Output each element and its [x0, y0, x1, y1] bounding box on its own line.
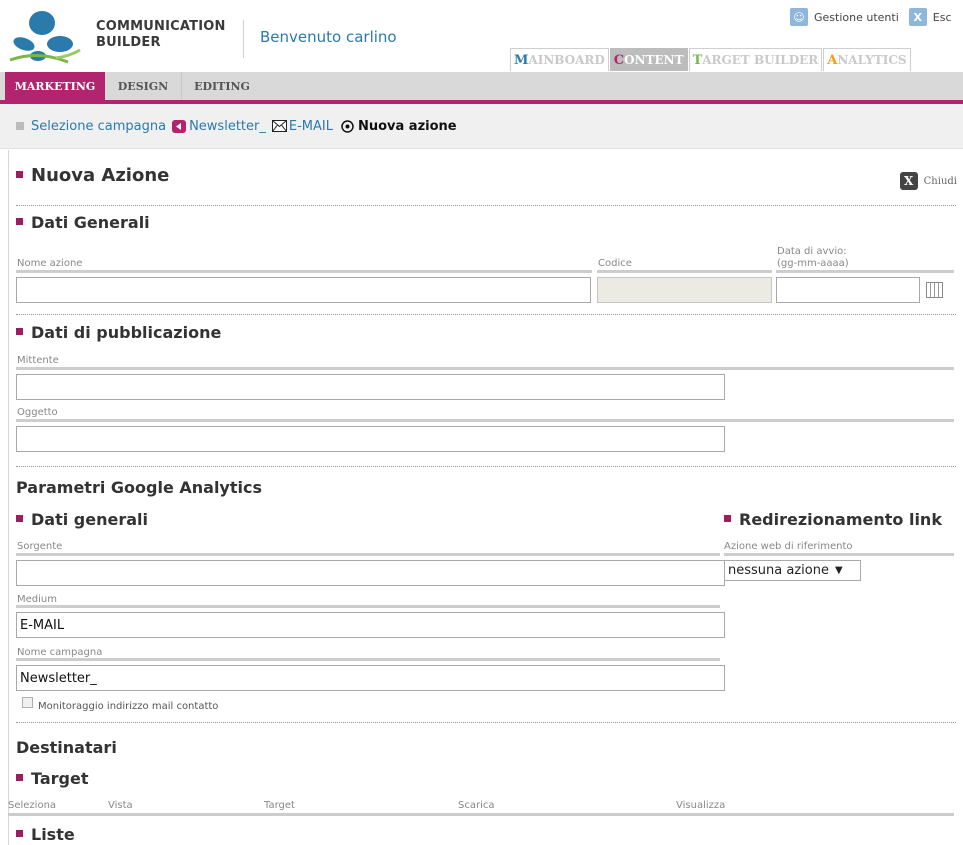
label-underline [16, 270, 592, 273]
nome-azione-input[interactable] [16, 277, 591, 303]
user-management-link[interactable]: ☺ Gestione utenti [790, 8, 899, 26]
divider [16, 205, 956, 206]
section-dati-generali: Dati Generali [16, 213, 150, 232]
user-links: ☺ Gestione utenti X Esc [790, 6, 962, 28]
col-seleziona: Seleziona [8, 800, 57, 811]
data-avvio-input[interactable] [776, 277, 920, 303]
mittente-label: Mittente [17, 355, 59, 366]
logo-text: COMMUNICATION BUILDER [96, 19, 226, 50]
label-underline [16, 553, 720, 556]
tab-analytics[interactable]: A NALYTICS [823, 48, 911, 71]
label-underline [16, 419, 954, 422]
tab-target-builder[interactable]: T ARGET BUILDER [688, 48, 823, 71]
users-icon: ☺ [790, 8, 808, 26]
divider [16, 722, 956, 723]
col-scarica: Scarica [458, 800, 495, 811]
destinatari-heading: Destinatari [16, 738, 117, 757]
azione-web-label: Azione web di riferimento [724, 541, 853, 552]
breadcrumb: Selezione campagna Newsletter_ E-MAIL Nu… [0, 104, 963, 149]
breadcrumb-marker-icon [16, 122, 24, 130]
oggetto-label: Oggetto [17, 407, 58, 418]
section-ga-dati-generali: Dati generali [16, 510, 148, 529]
monitor-label: Monitoraggio indirizzo mail contatto [38, 701, 219, 712]
section-liste: Liste [16, 825, 75, 844]
label-underline [597, 270, 772, 273]
bullet-icon [16, 218, 23, 225]
dropdown-arrow-icon: ▼ [834, 565, 843, 576]
bullet-icon [16, 170, 23, 178]
codice-label: Codice [598, 258, 632, 269]
section-pubblicazione: Dati di pubblicazione [16, 323, 221, 342]
main-tabs: M AINBOARD C ONTENT T ARGET BUILDER A NALYTI… [510, 48, 912, 72]
col-target: Target [264, 800, 295, 811]
subtab-design[interactable]: DESIGN [107, 72, 179, 100]
bullet-icon [16, 328, 23, 335]
azione-web-select[interactable]: nessuna azione ▼ [724, 560, 861, 581]
envelope-icon [271, 120, 287, 132]
calendar-icon[interactable] [926, 282, 943, 298]
logo-icon [9, 11, 81, 64]
table-header-underline [8, 813, 954, 816]
welcome-text: Benvenuto carlino [260, 28, 397, 46]
medium-input[interactable]: E-MAIL [16, 612, 725, 638]
breadcrumb-campaign[interactable]: Selezione campagna [31, 119, 166, 134]
label-underline [724, 553, 954, 556]
label-underline [16, 367, 954, 370]
close-icon: X [899, 172, 918, 190]
bullet-icon [16, 774, 23, 781]
bullet-icon [16, 830, 23, 837]
nome-campagna-label: Nome campagna [17, 647, 103, 658]
subtab-editing[interactable]: EDITING [181, 72, 262, 100]
divider [16, 466, 956, 467]
col-visualizza: Visualizza [676, 800, 726, 811]
exit-link[interactable]: X Esc [908, 8, 952, 26]
section-redirect: Redirezionamento link [724, 510, 942, 529]
divider [16, 314, 956, 315]
bullet-icon [16, 515, 23, 522]
col-vista: Vista [108, 800, 133, 811]
tab-content[interactable]: C ONTENT [609, 48, 688, 71]
breadcrumb-newsletter[interactable]: Newsletter_ [172, 119, 266, 134]
bullet-icon [724, 515, 731, 522]
monitor-checkbox[interactable] [22, 697, 33, 708]
sorgente-input[interactable] [16, 560, 725, 586]
data-avvio-label: Data di avvio: (gg-mm-aaaa) [777, 246, 849, 269]
header-divider [243, 20, 244, 58]
breadcrumb-current: Nuova azione [339, 119, 457, 134]
codice-input [597, 277, 772, 303]
label-underline [16, 605, 720, 608]
label-underline [776, 270, 954, 273]
breadcrumb-email[interactable]: E-MAIL [271, 119, 333, 134]
oggetto-input[interactable] [16, 426, 725, 452]
page-title: Nuova Azione [16, 165, 169, 186]
ga-heading: Parametri Google Analytics [16, 478, 262, 497]
close-button[interactable]: X Chiudi [899, 172, 957, 190]
tab-mainboard[interactable]: M AINBOARD [510, 48, 609, 71]
nome-azione-label: Nome azione [17, 258, 83, 269]
subtab-marketing[interactable]: MARKETING [5, 72, 105, 100]
mittente-input[interactable] [16, 374, 725, 400]
sorgente-label: Sorgente [17, 541, 63, 552]
exit-icon: X [908, 8, 927, 26]
medium-label: Medium [17, 594, 57, 605]
newsletter-icon [172, 119, 187, 133]
target-icon [341, 119, 354, 133]
app-header: COMMUNICATION BUILDER Benvenuto carlino … [0, 0, 963, 72]
section-target: Target [16, 769, 89, 788]
label-underline [16, 658, 720, 661]
nome-campagna-input[interactable]: Newsletter_ [16, 665, 725, 691]
